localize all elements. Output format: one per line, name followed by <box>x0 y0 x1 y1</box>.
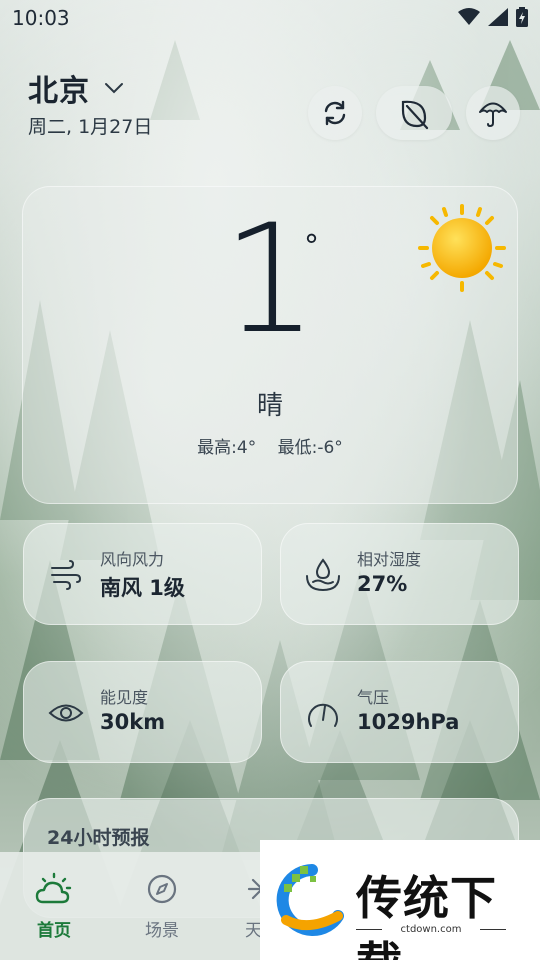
leaf-icon <box>401 100 429 130</box>
nav-home[interactable]: 首页 <box>14 872 94 941</box>
city-name: 北京 <box>28 74 90 109</box>
battery-icon <box>516 7 528 27</box>
pressure-label: 气压 <box>357 688 390 707</box>
current-date: 周二, 1月27日 <box>28 116 153 138</box>
refresh-button[interactable] <box>308 86 362 140</box>
status-bar: 10:03 <box>0 0 540 36</box>
refresh-icon <box>324 100 346 126</box>
chevron-down-icon <box>105 83 123 94</box>
high-temperature: 最高:4° <box>197 438 257 458</box>
nav-scene-label: 场景 <box>145 921 179 941</box>
status-icons <box>458 7 528 27</box>
eco-button[interactable] <box>376 86 452 140</box>
watermark-text: 传统下载 <box>356 871 497 960</box>
forecast-title: 24小时预报 <box>47 827 150 849</box>
status-time: 10:03 <box>12 6 70 30</box>
wifi-icon <box>458 8 480 25</box>
umbrella-button[interactable] <box>466 86 520 140</box>
high-low-temperature: 最高:4° 最低:-6° <box>23 433 517 458</box>
wind-value: 南风 1级 <box>100 576 185 600</box>
weather-condition: 晴 <box>256 391 283 421</box>
degree-symbol: ° <box>304 229 319 264</box>
visibility-value: 30km <box>100 710 166 734</box>
watermark: 传统下载 ctdown.com <box>260 840 540 960</box>
nav-home-label: 首页 <box>37 921 71 941</box>
sun-icon <box>418 204 506 292</box>
humidity-card[interactable]: 相对湿度 27% <box>280 523 519 625</box>
umbrella-icon <box>479 102 507 128</box>
visibility-label: 能见度 <box>100 688 149 707</box>
watermark-logo-icon <box>276 864 344 936</box>
wind-card[interactable]: 风向风力 南风 1级 <box>23 523 262 625</box>
current-weather-card: 1 ° 晴 最高:4° 最低:-6° <box>22 186 518 504</box>
gauge-icon <box>308 703 338 727</box>
wind-label: 风向风力 <box>100 550 165 569</box>
nav-scene[interactable]: 场景 <box>122 872 202 941</box>
compass-icon <box>147 874 177 904</box>
city-selector[interactable]: 北京 <box>28 66 124 110</box>
eye-icon <box>48 704 84 722</box>
humidity-label: 相对湿度 <box>357 550 422 569</box>
signal-icon <box>488 8 508 26</box>
weather-home-icon <box>35 872 72 904</box>
humidity-value: 27% <box>357 572 408 596</box>
watermark-line-right <box>480 929 506 930</box>
humidity-icon <box>306 558 340 592</box>
pressure-value: 1029hPa <box>357 710 460 734</box>
pressure-card[interactable]: 气压 1029hPa <box>280 661 519 763</box>
wind-icon <box>51 560 82 590</box>
low-temperature: 最低:-6° <box>277 438 343 458</box>
visibility-card[interactable]: 能见度 30km <box>23 661 262 763</box>
